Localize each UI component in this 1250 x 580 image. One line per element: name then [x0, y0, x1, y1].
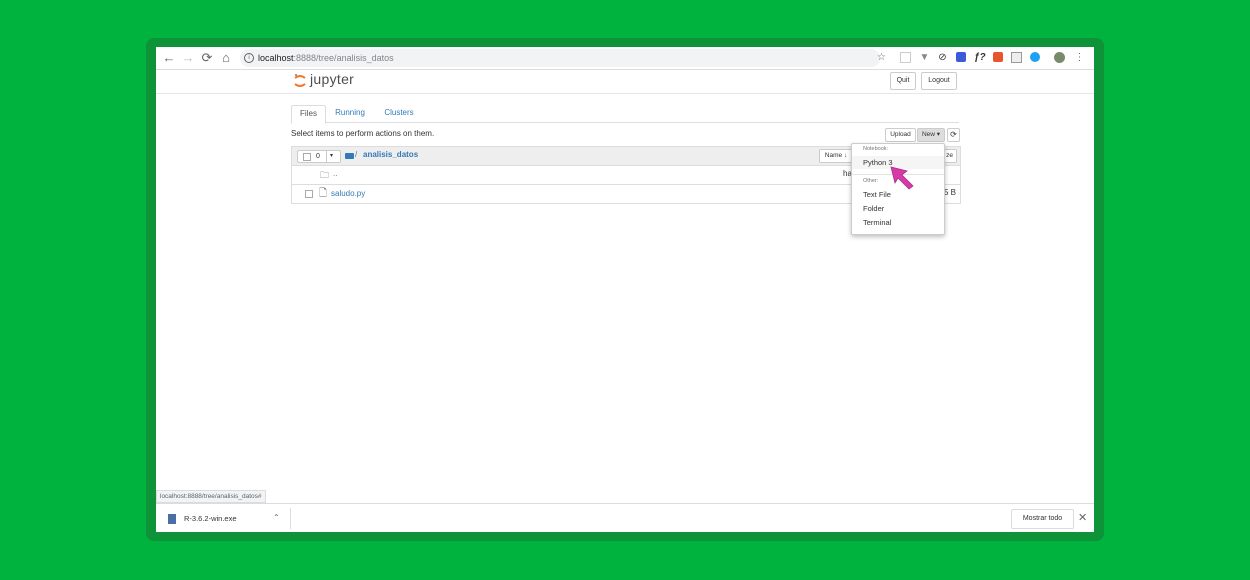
tab-running[interactable]: Running [331, 105, 369, 121]
shelf-divider [290, 508, 291, 529]
extension-circle-icon[interactable]: ⊘ [937, 52, 948, 63]
selected-count: 0 [316, 153, 320, 160]
browser-window: ← → ⟳ ⌂ i localhost:8888/tree/analisis_d… [156, 47, 1094, 532]
new-button[interactable]: New ▾ [917, 128, 945, 142]
selbox-divider [326, 151, 327, 162]
folder-open-icon: 🗀 [320, 170, 330, 180]
extension-blue-icon[interactable] [956, 52, 966, 62]
extension-grid-icon[interactable] [1011, 52, 1022, 63]
size-header-partial: ze [946, 152, 953, 159]
breadcrumb-separator: / [355, 150, 358, 159]
select-all-checkbox[interactable] [303, 153, 311, 161]
text-file-label: Text File [863, 190, 891, 199]
menu-kebab-icon[interactable]: ⋮ [1074, 52, 1085, 63]
address-bar[interactable]: i localhost:8888/tree/analisis_datos [240, 49, 880, 67]
extension-orange-icon[interactable] [993, 52, 1003, 62]
select-all-dropdown[interactable]: 0 ▾ [297, 150, 341, 163]
folder-icon [345, 153, 354, 159]
browser-toolbar: ← → ⟳ ⌂ i localhost:8888/tree/analisis_d… [156, 47, 1094, 70]
back-arrow-icon[interactable]: ← [161, 50, 177, 66]
forward-arrow-icon[interactable]: → [180, 50, 196, 66]
selection-hint: Select items to perform actions on them. [291, 129, 435, 138]
download-item[interactable]: R-3.6.2-win.exe [168, 511, 237, 527]
extension-blank-icon[interactable] [900, 52, 911, 63]
chevron-down-icon[interactable]: ▾ [330, 151, 333, 162]
other-section-header: Other: [863, 178, 879, 184]
file-checkbox[interactable] [305, 190, 313, 198]
close-icon[interactable]: ✕ [1078, 511, 1087, 524]
installer-icon [168, 514, 176, 525]
folder-label: Folder [863, 204, 885, 213]
quit-button[interactable]: Quit [890, 72, 916, 90]
url-text: localhost:8888/tree/analisis_datos [258, 53, 394, 63]
refresh-icon[interactable]: ⟳ [947, 128, 960, 142]
parent-dir-link[interactable]: .. [333, 169, 337, 178]
file-size-partial: 5 B [944, 188, 957, 197]
sort-by-name-button[interactable]: Name ↓ [819, 149, 853, 163]
breadcrumb-current-dir[interactable]: analisis_datos [363, 150, 418, 159]
reload-icon[interactable]: ⟳ [199, 50, 215, 66]
notebook-section-header: Notebook: [863, 146, 889, 152]
tab-clusters[interactable]: Clusters [379, 105, 419, 121]
extension-filter-icon[interactable]: ▼ [919, 52, 930, 63]
jupyter-logo-icon [294, 74, 306, 87]
pointer-arrow-icon [890, 166, 914, 190]
extension-function-icon[interactable]: ƒ? [974, 52, 986, 63]
tab-bar: Files Running Clusters [291, 105, 959, 124]
jupyter-logo-text: jupyter [310, 71, 355, 87]
profile-avatar[interactable] [1054, 52, 1065, 63]
home-icon[interactable]: ⌂ [218, 50, 234, 66]
chevron-up-icon[interactable]: ⌃ [273, 513, 280, 522]
status-url: localhost:8888/tree/analisis_datos# [156, 490, 266, 503]
download-file-name: R-3.6.2-win.exe [184, 514, 237, 523]
tab-files[interactable]: Files [291, 105, 326, 124]
extension-cyan-icon[interactable] [1030, 52, 1040, 62]
logout-button[interactable]: Logout [921, 72, 957, 90]
show-all-button[interactable]: Mostrar todo [1011, 509, 1074, 529]
upload-button[interactable]: Upload [885, 128, 916, 142]
terminal-label: Terminal [863, 218, 892, 227]
jupyter-header: jupyter Quit Logout [156, 70, 1094, 94]
info-icon[interactable]: i [244, 53, 254, 63]
file-icon: 🗋 [319, 188, 328, 199]
file-name-link[interactable]: saludo.py [331, 189, 365, 198]
star-icon[interactable]: ☆ [876, 52, 887, 63]
menu-item-terminal[interactable]: Terminal [852, 216, 944, 229]
download-shelf: R-3.6.2-win.exe ⌃ Mostrar todo ✕ [156, 503, 1094, 532]
menu-item-folder[interactable]: Folder [852, 202, 944, 215]
